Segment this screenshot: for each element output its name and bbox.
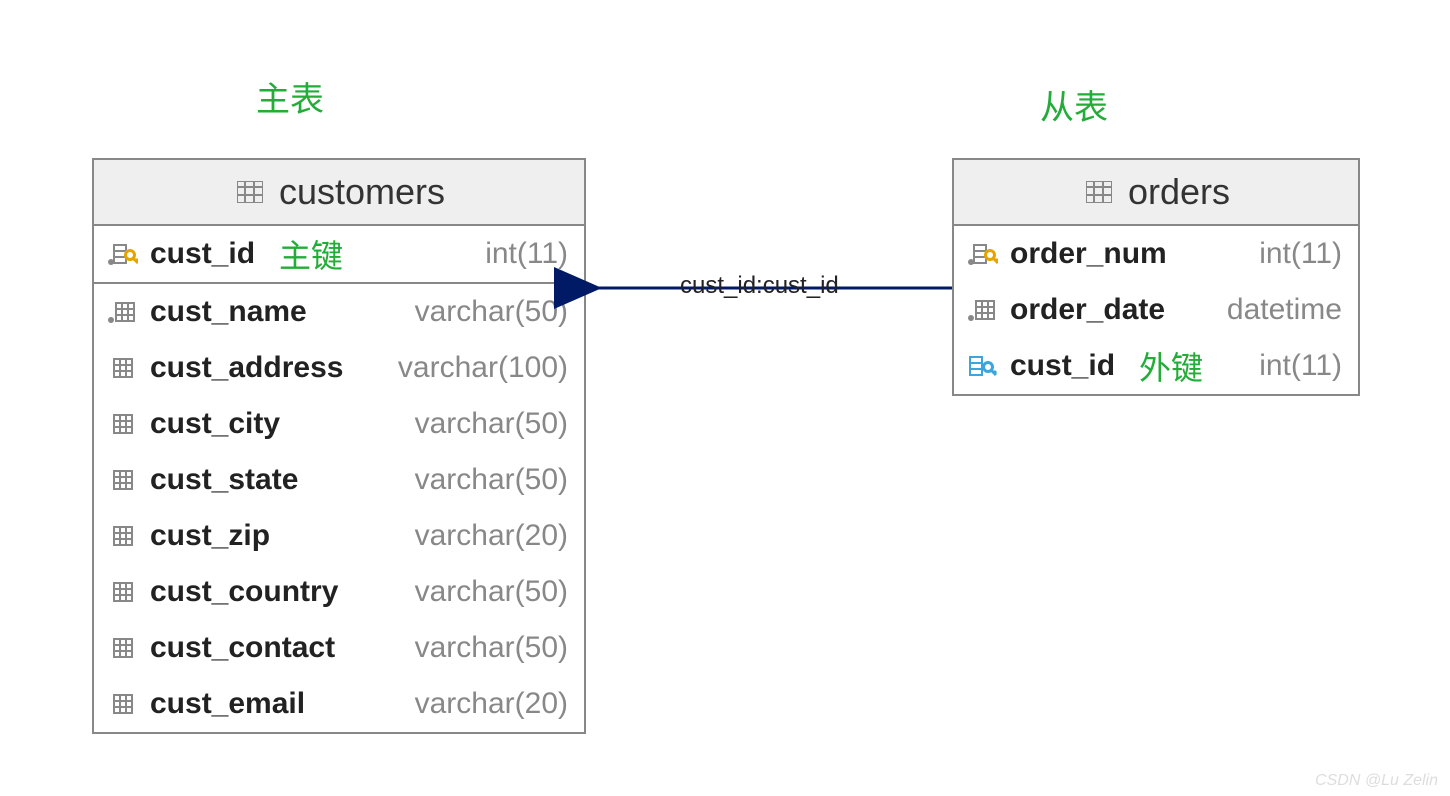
table-orders: orders order_num int(11) order_date datetim…: [952, 158, 1360, 396]
column-row: cust_city varchar(50): [94, 396, 584, 452]
column-icon: [966, 298, 1000, 322]
column-name: cust_state: [150, 463, 298, 497]
primary-key-annotation: 主键: [279, 231, 343, 277]
column-type: varchar(50): [415, 463, 568, 497]
column-row: order_num int(11): [954, 226, 1358, 282]
table-header-orders: orders: [954, 160, 1358, 226]
column-row: cust_contact varchar(50): [94, 620, 584, 676]
column-type: int(11): [1259, 237, 1342, 271]
column-name: cust_city: [150, 407, 280, 441]
column-type: varchar(50): [415, 295, 568, 329]
column-row: cust_id 外键 int(11): [954, 338, 1358, 394]
table-customers: customers cust_id主键int(11)cust_namevarch…: [92, 158, 586, 734]
column-row: cust_email varchar(20): [94, 676, 584, 732]
table-icon: [233, 181, 267, 203]
table-header-customers: customers: [94, 160, 584, 226]
column-row: cust_address varchar(100): [94, 340, 584, 396]
column-type: int(11): [485, 237, 568, 271]
column-name: cust_zip: [150, 519, 270, 553]
column-row: cust_country varchar(50): [94, 564, 584, 620]
column-type: varchar(50): [415, 407, 568, 441]
column-icon: [106, 580, 140, 604]
column-icon: [106, 524, 140, 548]
watermark: CSDN @Lu Zelin: [1315, 772, 1438, 790]
column-name: order_date: [1010, 293, 1165, 327]
column-row: cust_id 主键 int(11): [94, 226, 584, 284]
column-row: cust_state varchar(50): [94, 452, 584, 508]
column-type: datetime: [1227, 293, 1342, 327]
column-type: varchar(50): [415, 575, 568, 609]
column-name: cust_email: [150, 687, 305, 721]
column-name: cust_contact: [150, 631, 335, 665]
foreign-key-annotation: 外键: [1139, 343, 1203, 389]
column-icon: [106, 356, 140, 380]
table-icon: [1082, 181, 1116, 203]
column-row: order_date datetime: [954, 282, 1358, 338]
column-icon: [106, 300, 140, 324]
column-type: int(11): [1259, 349, 1342, 383]
foreign-key-icon: [966, 354, 1000, 378]
main-table-label: 主表: [256, 72, 324, 121]
child-table-label: 从表: [1040, 80, 1108, 129]
relation-label: cust_id:cust_id: [680, 272, 839, 300]
column-icon: [106, 636, 140, 660]
column-icon: [106, 412, 140, 436]
table-title: customers: [279, 171, 445, 213]
column-icon: [106, 468, 140, 492]
primary-key-icon: [106, 242, 140, 266]
column-name: cust_address: [150, 351, 343, 385]
column-name: cust_name: [150, 295, 307, 329]
primary-key-icon: [966, 242, 1000, 266]
column-type: varchar(20): [415, 687, 568, 721]
table-title: orders: [1128, 171, 1230, 213]
column-name: order_num: [1010, 237, 1167, 271]
column-type: varchar(50): [415, 631, 568, 665]
column-row: cust_name varchar(50): [94, 284, 584, 340]
column-name: cust_id: [1010, 349, 1115, 383]
column-type: varchar(100): [398, 351, 568, 385]
column-row: cust_zip varchar(20): [94, 508, 584, 564]
column-name: cust_country: [150, 575, 338, 609]
column-icon: [106, 692, 140, 716]
column-name: cust_id: [150, 237, 255, 271]
column-type: varchar(20): [415, 519, 568, 553]
